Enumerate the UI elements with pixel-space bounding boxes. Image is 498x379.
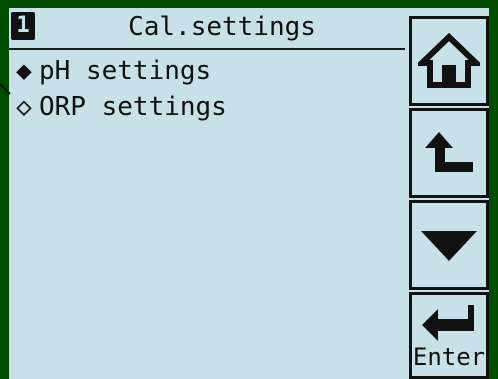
home-button[interactable] [409, 16, 489, 106]
enter-button[interactable]: Enter [409, 292, 489, 379]
enter-arrow-icon [422, 304, 474, 341]
down-button[interactable] [409, 200, 489, 290]
selected-diamond-icon: ◆ [16, 56, 32, 86]
header-bar: 1 Cal.settings [9, 8, 405, 50]
unselected-diamond-icon: ◇ [16, 92, 32, 122]
menu-item-label: pH settings [39, 56, 212, 86]
menu-item-ph-settings[interactable]: ◆ pH settings [9, 53, 211, 89]
page-number-badge: 1 [11, 12, 35, 40]
enter-label: Enter [412, 342, 486, 371]
return-arrow-icon [425, 132, 473, 172]
home-icon [418, 33, 480, 88]
menu-item-orp-settings[interactable]: ◇ ORP settings [9, 89, 227, 125]
down-triangle-icon [421, 231, 477, 261]
page-title: Cal.settings [128, 12, 316, 42]
lcd-screen: 1 Cal.settings ◆ pH settings ◇ ORP setting… [9, 8, 489, 379]
selection-pointer-icon [0, 83, 11, 95]
menu-item-label: ORP settings [39, 92, 227, 122]
back-button[interactable] [409, 108, 489, 198]
